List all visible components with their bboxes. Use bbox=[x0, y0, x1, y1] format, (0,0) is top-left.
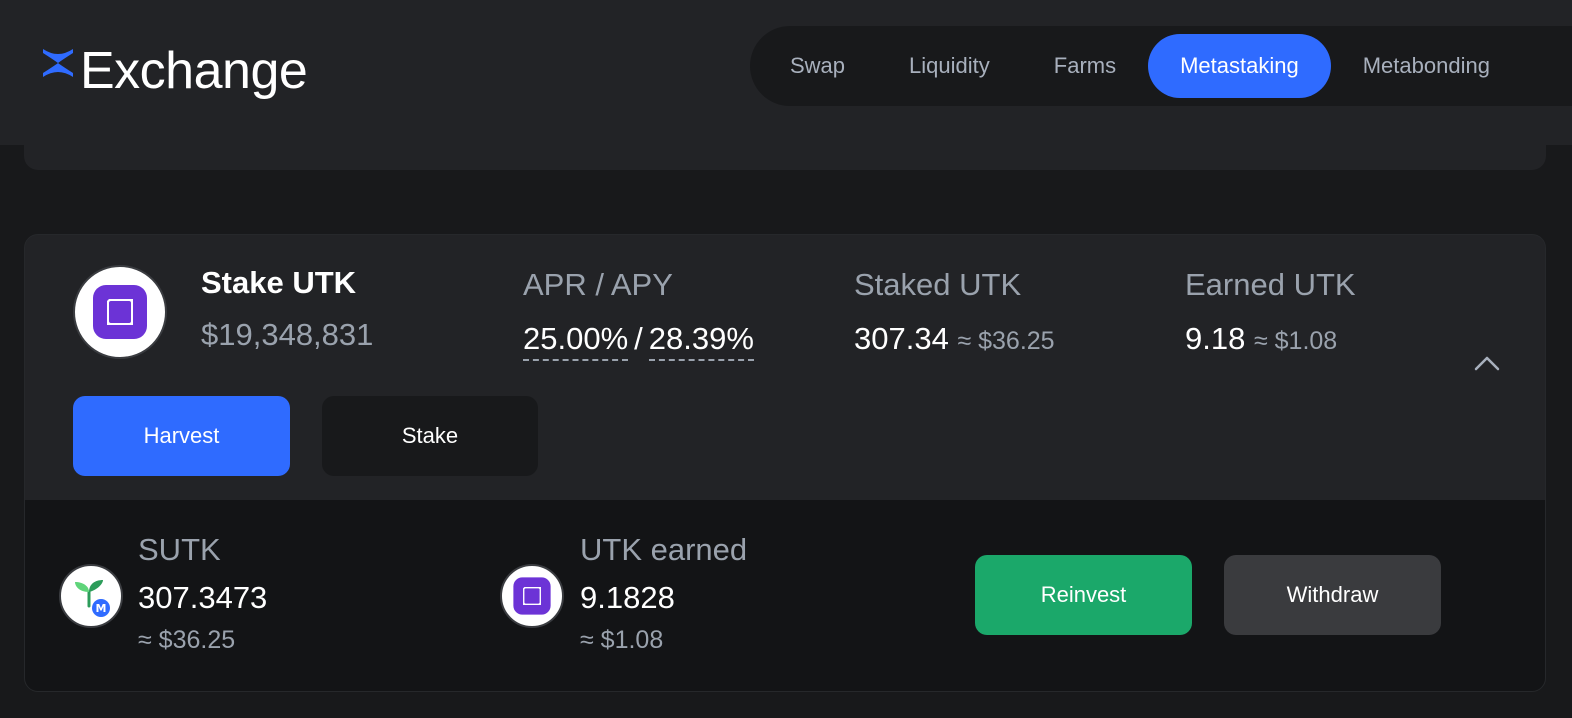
nav-metastaking[interactable]: Metastaking bbox=[1148, 34, 1331, 98]
apr-value[interactable]: 25.00% bbox=[523, 321, 629, 361]
withdraw-button[interactable]: Withdraw bbox=[1224, 555, 1441, 635]
chevron-up-icon[interactable] bbox=[1473, 353, 1501, 373]
stake-details-panel: M SUTK 307.3473 ≈ $36.25 UTK earned 9.18… bbox=[25, 500, 1545, 691]
nav-metabonding[interactable]: Metabonding bbox=[1331, 34, 1522, 98]
sutk-badge: M bbox=[96, 602, 107, 615]
sutk-token-icon: M bbox=[59, 564, 123, 628]
apy-value[interactable]: 28.39% bbox=[648, 321, 754, 361]
nav-farms[interactable]: Farms bbox=[1022, 34, 1148, 98]
apr-apy-label: APR / APY bbox=[523, 267, 673, 302]
utk-logo-icon bbox=[93, 285, 147, 339]
staked-usd: ≈ $36.25 bbox=[957, 327, 1055, 355]
utk-earned-label: UTK earned bbox=[580, 532, 748, 567]
earned-utk-value: 9.18 ≈ $1.08 bbox=[1185, 321, 1337, 357]
utk-earned-value: 9.1828 bbox=[580, 580, 675, 615]
logo-text: Exchange bbox=[80, 42, 308, 100]
utk-logo-icon bbox=[513, 577, 551, 615]
pool-tvl: $19,348,831 bbox=[201, 317, 374, 352]
earned-usd: ≈ $1.08 bbox=[1253, 327, 1338, 355]
previous-card-edge bbox=[24, 145, 1546, 170]
staked-amount: 307.34 bbox=[854, 321, 949, 356]
apr-apy-value: 25.00%/28.39% bbox=[523, 321, 754, 361]
earned-utk-label: Earned UTK bbox=[1185, 267, 1356, 302]
main-nav: Swap Liquidity Farms Metastaking Metabon… bbox=[750, 26, 1572, 106]
header: Exchange Swap Liquidity Farms Metastakin… bbox=[0, 0, 1572, 145]
utk-earned-token-icon bbox=[500, 564, 564, 628]
reinvest-button[interactable]: Reinvest bbox=[975, 555, 1192, 635]
staked-utk-value: 307.34 ≈ $36.25 bbox=[854, 321, 1055, 357]
stake-utk-card: Stake UTK $19,348,831 APR / APY 25.00%/2… bbox=[24, 234, 1546, 692]
utk-earned-usd: ≈ $1.08 bbox=[580, 626, 664, 654]
sutk-label: SUTK bbox=[138, 532, 221, 567]
nav-liquidity[interactable]: Liquidity bbox=[877, 34, 1022, 98]
sutk-usd: ≈ $36.25 bbox=[138, 626, 236, 654]
earned-amount: 9.18 bbox=[1185, 321, 1246, 356]
harvest-button[interactable]: Harvest bbox=[73, 396, 290, 476]
staked-utk-label: Staked UTK bbox=[854, 267, 1022, 302]
nav-swap[interactable]: Swap bbox=[758, 34, 877, 98]
sprout-icon: M bbox=[75, 580, 110, 617]
logo[interactable]: Exchange bbox=[40, 40, 308, 102]
utk-token-icon bbox=[73, 265, 167, 359]
pool-name: Stake UTK bbox=[201, 265, 357, 300]
logo-x-icon bbox=[43, 49, 73, 77]
stake-button[interactable]: Stake bbox=[322, 396, 538, 476]
sutk-value: 307.3473 bbox=[138, 580, 268, 615]
